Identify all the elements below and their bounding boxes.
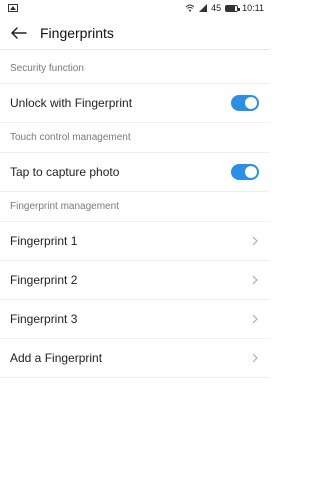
fingerprint-2-row[interactable]: Fingerprint 2 <box>0 261 270 300</box>
section-header-security: Security function <box>0 54 270 84</box>
tap-to-capture-row[interactable]: Tap to capture photo <box>0 153 270 192</box>
signal-icon <box>199 4 208 12</box>
toggle-knob <box>245 97 257 109</box>
fingerprint-1-label: Fingerprint 1 <box>10 234 78 248</box>
back-button[interactable] <box>10 24 28 42</box>
page-title: Fingerprints <box>40 24 114 41</box>
unlock-toggle[interactable] <box>231 95 259 111</box>
fingerprint-3-label: Fingerprint 3 <box>10 312 78 326</box>
capture-toggle[interactable] <box>231 164 259 180</box>
toggle-knob <box>245 166 257 178</box>
status-bar: 45 10:11 <box>0 0 270 16</box>
unlock-with-fingerprint-label: Unlock with Fingerprint <box>10 96 133 110</box>
status-right: 45 10:11 <box>185 2 264 13</box>
fingerprint-1-row[interactable]: Fingerprint 1 <box>0 222 270 261</box>
section-header-fingerprints: Fingerprint management <box>0 192 270 222</box>
status-left <box>8 4 18 12</box>
chevron-right-icon <box>251 235 259 247</box>
battery-icon <box>225 4 241 12</box>
add-fingerprint-row[interactable]: Add a Fingerprint <box>0 339 270 378</box>
tap-to-capture-label: Tap to capture photo <box>10 165 120 179</box>
section-header-touch: Touch control management <box>0 123 270 153</box>
network-label: 45 <box>211 2 222 13</box>
gallery-icon <box>8 4 18 12</box>
back-arrow-icon <box>11 26 27 39</box>
fingerprint-3-row[interactable]: Fingerprint 3 <box>0 300 270 339</box>
header: Fingerprints <box>0 16 270 50</box>
chevron-right-icon <box>251 313 259 325</box>
fingerprint-2-label: Fingerprint 2 <box>10 273 78 287</box>
chevron-right-icon <box>251 274 259 286</box>
chevron-right-icon <box>251 352 259 364</box>
wifi-icon <box>185 4 195 12</box>
unlock-with-fingerprint-row[interactable]: Unlock with Fingerprint <box>0 84 270 123</box>
status-time: 10:11 <box>242 2 264 13</box>
add-fingerprint-label: Add a Fingerprint <box>10 351 103 365</box>
